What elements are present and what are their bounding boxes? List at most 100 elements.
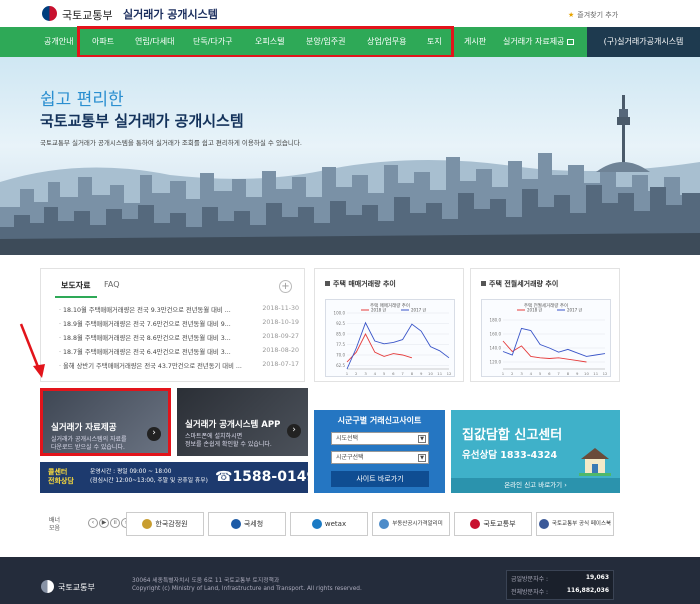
active-tab-indicator	[55, 296, 97, 298]
play-icon[interactable]: ▶	[99, 518, 109, 528]
news-item[interactable]: · 18.10월 주택매매거래량은 전국 9.3만건으로 전년동월 대비 ... 2…	[59, 305, 299, 317]
news-title: 18.8월 주택매매거래량은 전국 8.6만건으로 전년동월 대비 3...	[63, 335, 231, 342]
banner-label-line: 배너	[49, 517, 61, 524]
sigungu-select-value: 시군구선택	[336, 454, 364, 461]
chevron-down-icon: ▼	[418, 454, 426, 462]
nav-item-board[interactable]: 게시판	[464, 27, 486, 57]
banner-collection: 배너모음 ‹▶॥› 한국감정원 국세청 wetax 부동산공시가격알리미 국토교…	[40, 509, 620, 539]
y-tick-label: 120.0	[490, 360, 502, 365]
banner-nts-label: 국세청	[243, 520, 264, 528]
banner-price-notice[interactable]: 부동산공시가격알리미	[372, 512, 450, 536]
bullet-icon: ·	[59, 363, 62, 370]
banner-kab-label: 한국감정원	[155, 520, 188, 528]
lease-chart-title-text: 주택 전월세거래량 추이	[489, 280, 559, 288]
bookmark-link[interactable]: ★ 즐겨찾기 추가	[568, 10, 618, 20]
legacy-system-link[interactable]: (구)실거래가공개시스템	[587, 27, 700, 57]
tile-app-desc-line: 스마트폰에 설치하시면	[185, 433, 243, 440]
x-tick-label: 10	[584, 371, 589, 376]
logo-system-title[interactable]: 실거래가 공개시스템	[123, 6, 218, 22]
call-center-phone: ☎1588-0149	[215, 469, 317, 485]
x-tick-label: 10	[428, 371, 433, 376]
x-tick-label: 12	[447, 371, 452, 376]
banner-nts[interactable]: 국세청	[208, 512, 286, 536]
news-item[interactable]: · 18.7월 주택매매거래량은 전국 6.4만건으로 전년동월 대비 3... 2…	[59, 347, 299, 359]
data-provision-tile[interactable]: 실거래가 자료제공 실거래가 공개시스템의 자료를 다운로드 받으실 수 있습니다…	[40, 388, 171, 456]
today-label: 금일방문자수 :	[511, 576, 549, 583]
legend-label: 2017 년	[567, 307, 582, 313]
online-report-link[interactable]: 온라인 신고 바로가기 ›	[451, 478, 620, 493]
x-tick-label: 11	[437, 371, 442, 376]
lease-volume-chart-box[interactable]: 주택 전월세거래량 추이 주택 전월세거래량 추이 2018 년 2017 년 180…	[470, 268, 620, 382]
chevron-right-icon[interactable]: ›	[287, 424, 301, 438]
news-date: 2018-09-27	[262, 333, 299, 340]
logo-org-text[interactable]: 국토교통부	[62, 7, 113, 23]
house-icon	[579, 448, 611, 476]
price-notice-logo-icon	[379, 518, 390, 529]
banner-label: 배너 모음	[49, 517, 60, 533]
y-tick-label: 70.0	[336, 353, 345, 358]
hero-description: 국토교통부 실거래가 공개시스템을 통하여 실거래가 조회를 쉽고 편리하게 이…	[40, 139, 302, 147]
hero-banner: 쉽고 편리한 국토교통부 실거래가 공개시스템 국토교통부 실거래가 공개시스템…	[0, 57, 700, 255]
news-item[interactable]: · 18.9월 주택매매거래량은 전국 7.6만건으로 전년동월 대비 9... 2…	[59, 319, 299, 331]
news-date: 2018-11-30	[262, 305, 299, 312]
news-item[interactable]: · 18.8월 주택매매거래량은 전국 8.6만건으로 전년동월 대비 3... 2…	[59, 333, 299, 345]
bullet-icon: ·	[59, 335, 62, 342]
region-box-title: 시군구별 거래신고사이트	[337, 416, 422, 425]
prev-icon[interactable]: ‹	[88, 518, 98, 528]
nav-item-guide[interactable]: 공개안내	[44, 27, 73, 57]
chevron-down-icon: ▼	[418, 435, 426, 443]
call-center-hours: 운영시간 : 평일 09:00 ~ 18:00 (점심시간 12:00~13:00…	[90, 468, 208, 486]
tile-app-desc: 스마트폰에 설치하시면 정보를 손쉽게 확인할 수 있습니다.	[185, 433, 272, 449]
y-tick-label: 100.0	[334, 311, 346, 316]
call-center-banner: 콜센터 전화상담 운영시간 : 평일 09:00 ~ 18:00 (점심시간 12:…	[40, 462, 316, 493]
today-visitors: 금일방문자수 : 19,063	[507, 574, 613, 585]
news-title: 올해 상반기 주택매매거래량은 전국 43.7만건으로 전년동기 대비 ...	[63, 363, 242, 370]
nav-item-data-provision[interactable]: 실거래가 자료제공	[503, 27, 575, 57]
total-label: 전체방문자수 :	[511, 589, 549, 596]
sido-select[interactable]: 시도선택 ▼	[331, 432, 429, 445]
sido-select-value: 시도선택	[336, 435, 359, 442]
visitor-counter: 금일방문자수 : 19,063 전체방문자수 : 116,882,036	[506, 570, 614, 600]
tab-press-release[interactable]: 보도자료	[61, 280, 90, 291]
hero-title: 국토교통부 실거래가 공개시스템	[40, 112, 244, 130]
banner-molit[interactable]: 국토교통부	[454, 512, 532, 536]
sales-chart-title: 주택 매매거래량 추이	[325, 279, 396, 289]
mobile-app-tile[interactable]: 실거래가 공개시스템 APP 스마트폰에 설치하시면 정보를 손쉽게 확인할 수 …	[177, 388, 308, 456]
site-header: 국토교통부 실거래가 공개시스템 ★ 즐겨찾기 추가	[0, 0, 700, 27]
sigungu-select[interactable]: 시군구선택 ▼	[331, 451, 429, 464]
price-collusion-report-box[interactable]: 집값담합 신고센터 유선상담 1833-4324 온라인 신고 바로가기 ›	[451, 410, 620, 493]
y-tick-label: 180.0	[490, 318, 502, 323]
footer-copyright: Copyright (c) Ministry of Land, Infrastr…	[132, 586, 362, 592]
news-item[interactable]: · 올해 상반기 주택매매거래량은 전국 43.7만건으로 전년동기 대비 ...…	[59, 361, 299, 373]
chevron-right-icon[interactable]: ›	[147, 427, 161, 441]
government-emblem-icon[interactable]	[42, 6, 57, 21]
bullet-icon: ·	[59, 349, 62, 356]
tab-faq[interactable]: FAQ	[104, 280, 120, 289]
banner-label-line: 모음	[49, 525, 61, 532]
press-release-box: 보도자료 FAQ + · 18.10월 주택매매거래량은 전국 9.3만건으로 전…	[40, 268, 305, 382]
banner-wetax[interactable]: wetax	[290, 512, 368, 536]
news-title: 18.9월 주택매매거래량은 전국 7.6만건으로 전년동월 대비 9...	[63, 321, 231, 328]
nav-highlight-box	[77, 26, 454, 58]
star-icon: ★	[568, 11, 575, 19]
x-tick-label: 12	[603, 371, 608, 376]
kab-logo-icon	[142, 519, 153, 529]
legend-label: 2018 년	[527, 307, 542, 313]
annotation-arrow	[19, 323, 45, 378]
government-emblem-icon	[41, 580, 54, 593]
pause-icon[interactable]: ॥	[110, 518, 120, 528]
molit-logo-icon	[470, 519, 481, 529]
y-tick-label: 62.5	[336, 363, 345, 368]
banner-kab[interactable]: 한국감정원	[126, 512, 204, 536]
wetax-logo-icon	[311, 519, 322, 529]
today-value: 19,063	[585, 574, 609, 581]
bullet-icon: ·	[59, 321, 62, 328]
news-date: 2018-08-20	[262, 347, 299, 354]
y-tick-label: 77.5	[336, 342, 345, 347]
total-value: 116,882,036	[566, 587, 609, 594]
chart-icon	[481, 281, 486, 286]
banner-facebook[interactable]: 국토교통부 공식 페이스북	[536, 512, 614, 536]
go-to-site-button[interactable]: 사이트 바로가기	[331, 471, 429, 487]
sales-volume-chart-box[interactable]: 주택 매매거래량 추이 주택 매매거래량 추이 2018 년 2017 년 100.0…	[314, 268, 464, 382]
more-button[interactable]: +	[279, 280, 292, 293]
